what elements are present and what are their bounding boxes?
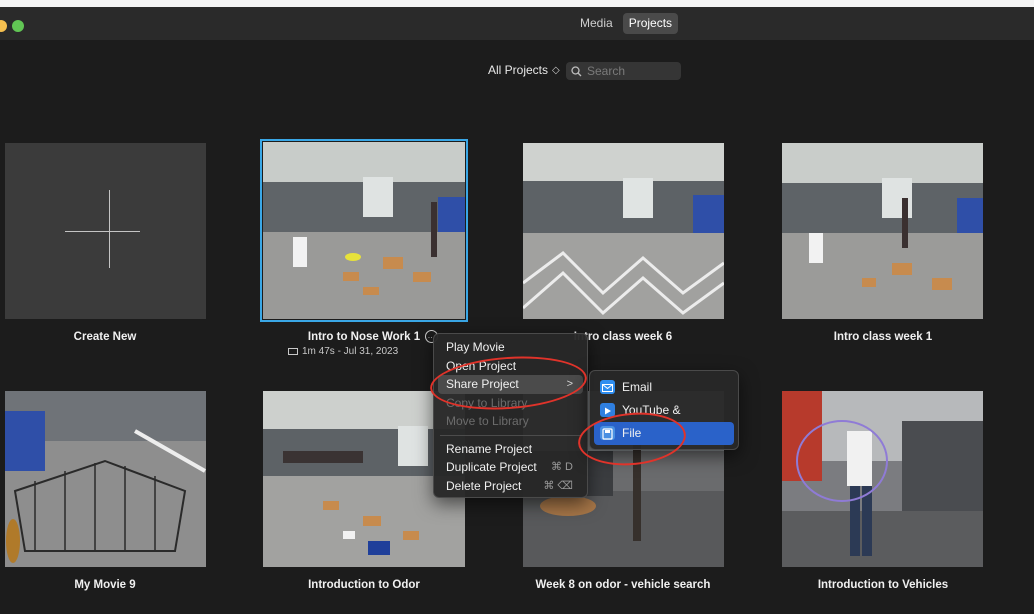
share-youtube-facebook[interactable]: YouTube & Facebook	[594, 399, 734, 440]
project-thumbnail-selected[interactable]	[260, 139, 468, 322]
menu-item-label: Duplicate Project	[446, 460, 537, 474]
tab-projects[interactable]: Projects	[622, 13, 679, 34]
video-share-icon	[600, 403, 615, 417]
menu-item-rename-project[interactable]: Rename Project	[438, 440, 583, 459]
file-icon	[600, 426, 615, 440]
plus-icon-h	[65, 231, 140, 232]
share-email[interactable]: Email	[594, 376, 734, 399]
menu-item-copy-to-library[interactable]: Copy to Library	[438, 394, 583, 413]
project-thumbnail[interactable]	[782, 143, 983, 319]
create-new-tile[interactable]	[5, 143, 206, 319]
minimize-window-button[interactable]	[0, 20, 7, 32]
chevron-updown-icon: ◇	[552, 64, 560, 76]
project-thumbnail[interactable]	[523, 143, 724, 319]
menu-item-label: Delete Project	[446, 478, 522, 493]
project-title: Week 8 on odor - vehicle search	[535, 579, 711, 591]
menu-separator	[440, 434, 581, 436]
chevron-right-icon: >	[566, 378, 573, 390]
search-icon	[571, 65, 582, 76]
project-thumbnail[interactable]	[5, 391, 206, 567]
menu-item-play-movie[interactable]: Play Movie	[438, 338, 583, 357]
duration-date: 1m 47s - Jul 31, 2023	[302, 346, 399, 357]
menu-item-share-project[interactable]: Share Project >	[438, 375, 583, 394]
share-submenu: Email YouTube & Facebook File	[589, 370, 739, 450]
tab-media[interactable]: Media	[574, 13, 619, 34]
project-context-menu: Play Movie Open Project Share Project > …	[433, 333, 588, 498]
view-switcher: Media Projects	[574, 13, 679, 34]
project-meta: 1m 47s - Jul 31, 2023	[288, 346, 398, 357]
project-title: Create New	[73, 331, 137, 343]
project-title: Introduction to Odor	[308, 579, 420, 591]
project-title: My Movie 9	[74, 579, 136, 591]
menu-item-duplicate-project[interactable]: Duplicate Project ⌘ D	[438, 458, 583, 477]
menu-item-delete-project[interactable]: Delete Project ⌘ ⌫	[438, 477, 583, 496]
menu-item-open-project[interactable]: Open Project	[438, 357, 583, 376]
plus-icon-v	[109, 190, 110, 268]
shortcut-label: ⌘ ⌫	[543, 479, 573, 492]
project-filter-dropdown[interactable]: All Projects ◇	[488, 63, 560, 77]
shortcut-label: ⌘ D	[551, 461, 573, 473]
project-title: Introduction to Vehicles	[817, 579, 949, 591]
search-input[interactable]	[587, 64, 677, 78]
film-icon	[288, 348, 298, 355]
share-label: Email	[622, 380, 653, 394]
project-thumbnail[interactable]	[782, 391, 983, 567]
imovie-window: Media Projects All Projects ◇ Create New	[0, 0, 1034, 614]
share-file[interactable]: File	[594, 422, 734, 445]
title-bar: Media Projects	[0, 0, 1034, 40]
filter-label: All Projects	[488, 63, 549, 77]
menu-item-move-to-library[interactable]: Move to Library	[438, 412, 583, 431]
project-title: Intro class week 1	[833, 331, 933, 343]
search-field[interactable]	[566, 62, 681, 80]
share-label: File	[622, 426, 642, 440]
zoom-window-button[interactable]	[12, 20, 24, 32]
menu-item-label: Share Project	[446, 377, 519, 391]
mail-icon	[600, 380, 615, 394]
